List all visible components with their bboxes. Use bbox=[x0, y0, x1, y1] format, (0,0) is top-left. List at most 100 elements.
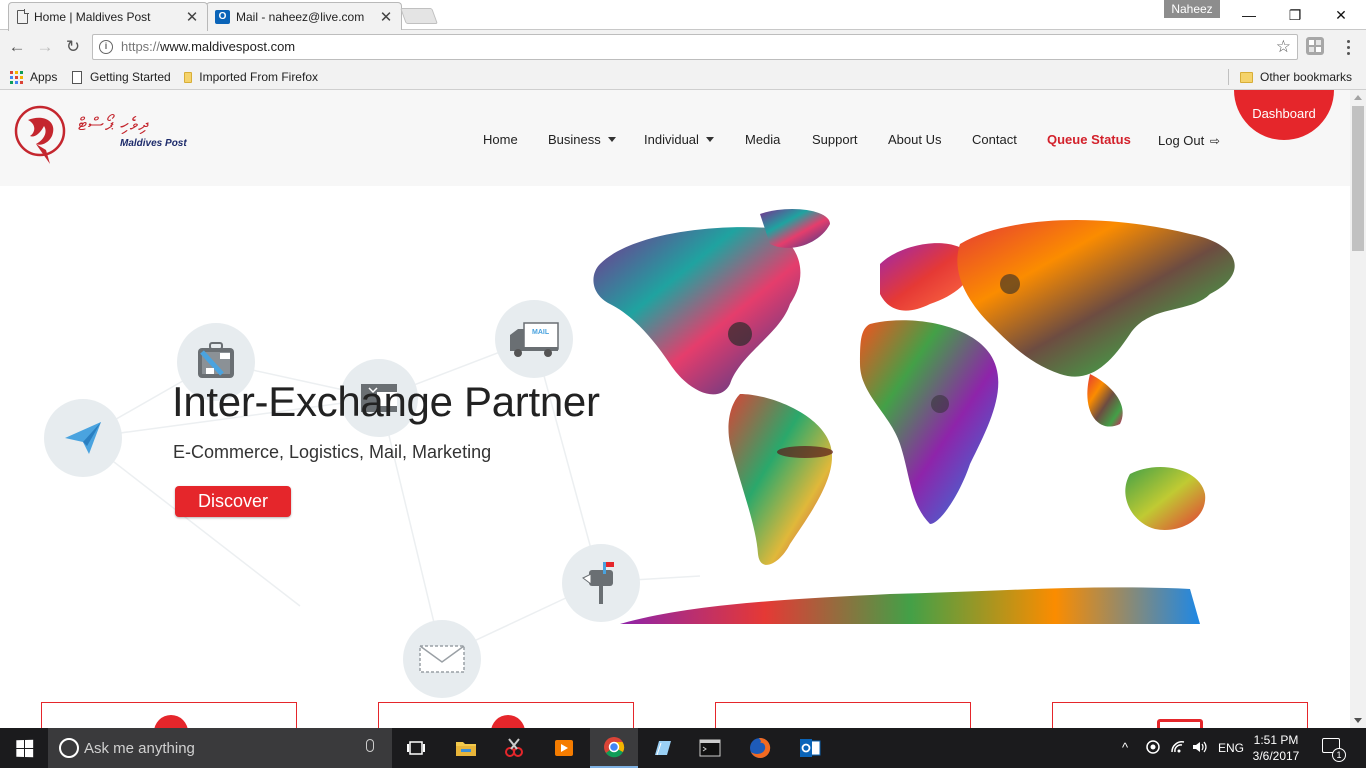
nav-about[interactable]: About Us bbox=[888, 132, 941, 152]
nav-support[interactable]: Support bbox=[812, 132, 858, 152]
language-indicator[interactable]: ENG bbox=[1218, 741, 1244, 755]
notepad-icon[interactable] bbox=[638, 728, 686, 768]
bookmark-imported-firefox[interactable]: Imported From Firefox bbox=[184, 68, 318, 86]
wifi-icon[interactable] bbox=[1170, 740, 1186, 757]
nav-individual[interactable]: Individual bbox=[644, 132, 714, 152]
nav-logout[interactable]: Log Out ⇨ bbox=[1158, 133, 1220, 153]
folder-icon bbox=[1240, 71, 1253, 83]
bookmark-getting-started[interactable]: Getting Started bbox=[72, 68, 171, 86]
url-text: https://www.maldivespost.com bbox=[121, 39, 295, 54]
close-icon[interactable]: ✕ bbox=[379, 8, 393, 26]
bookmark-other[interactable]: Other bookmarks bbox=[1240, 68, 1352, 86]
page-viewport: ދިވެހި ޕޯސްޓް Maldives Post Home Busines… bbox=[0, 90, 1350, 728]
outlook-taskbar-icon[interactable] bbox=[786, 728, 834, 768]
service-card[interactable] bbox=[378, 702, 634, 728]
hero-slider: MAIL Inter-Exchange Partner E-Commerce, … bbox=[0, 186, 1350, 698]
file-explorer-icon[interactable] bbox=[442, 728, 490, 768]
mail-truck-label: MAIL bbox=[532, 329, 550, 336]
microphone-icon[interactable] bbox=[366, 739, 374, 752]
quill-logo-icon bbox=[14, 105, 66, 164]
chrome-menu-icon[interactable] bbox=[1340, 36, 1356, 58]
folder-icon bbox=[184, 71, 193, 83]
hero-title: Inter-Exchange Partner bbox=[172, 378, 600, 425]
notification-count-badge: 1 bbox=[1332, 748, 1346, 762]
page-icon bbox=[72, 70, 82, 84]
bookmark-label: Getting Started bbox=[90, 70, 171, 84]
scroll-up-arrow[interactable] bbox=[1354, 95, 1362, 100]
media-player-icon[interactable] bbox=[540, 728, 588, 768]
nav-queue-status[interactable]: Queue Status bbox=[1047, 132, 1131, 152]
site-header: ދިވެހި ޕޯސްޓް Maldives Post Home Busines… bbox=[0, 90, 1350, 186]
tray-overflow-icon[interactable]: ^ bbox=[1122, 740, 1128, 755]
envelope-icon bbox=[403, 620, 481, 698]
discover-button[interactable]: Discover bbox=[175, 486, 291, 517]
bookmark-label: Other bookmarks bbox=[1260, 70, 1353, 84]
tab-maldives-post[interactable]: Home | Maldives Post ✕ bbox=[8, 2, 208, 31]
nav-label: Individual bbox=[644, 132, 699, 147]
start-button[interactable] bbox=[0, 728, 48, 768]
tab-title: Home | Maldives Post bbox=[34, 10, 151, 24]
bookmark-label: Imported From Firefox bbox=[199, 70, 318, 84]
mail-truck-icon: MAIL bbox=[495, 300, 573, 378]
snipping-tool-icon[interactable] bbox=[490, 728, 538, 768]
outlook-icon: O bbox=[215, 9, 230, 24]
clock-date: 3/6/2017 bbox=[1252, 749, 1300, 763]
scroll-down-arrow[interactable] bbox=[1354, 718, 1362, 723]
search-placeholder: Ask me anything bbox=[84, 740, 195, 757]
volume-icon[interactable] bbox=[1192, 740, 1208, 757]
bookmark-apps[interactable]: Apps bbox=[10, 68, 57, 86]
scroll-thumb[interactable] bbox=[1352, 106, 1364, 251]
address-bar[interactable]: i https://www.maldivespost.com ☆ bbox=[92, 34, 1298, 60]
logo-english-text: Maldives Post bbox=[120, 138, 187, 149]
dashboard-button[interactable]: Dashboard bbox=[1234, 90, 1334, 140]
browser-tab-strip: Home | Maldives Post ✕ O Mail - naheez@l… bbox=[0, 0, 1366, 31]
nav-label: Log Out bbox=[1158, 133, 1205, 148]
reload-button[interactable]: ↻ bbox=[62, 36, 84, 58]
forward-button[interactable]: → bbox=[34, 36, 56, 58]
service-icon bbox=[1157, 719, 1203, 728]
tab-outlook-mail[interactable]: O Mail - naheez@live.com ✕ bbox=[206, 2, 402, 30]
minimize-button[interactable]: — bbox=[1226, 0, 1272, 30]
windows-taskbar: Ask me anything ^ ENG 1:51 PM 3/6/2017 1 bbox=[0, 728, 1366, 768]
nav-business[interactable]: Business bbox=[548, 132, 616, 152]
nav-contact[interactable]: Contact bbox=[972, 132, 1017, 152]
clock-time: 1:51 PM bbox=[1253, 733, 1299, 747]
page-scrollbar[interactable] bbox=[1350, 90, 1366, 728]
extension-icon[interactable] bbox=[1306, 37, 1324, 55]
taskbar-clock[interactable]: 1:51 PM 3/6/2017 bbox=[1246, 732, 1306, 764]
chrome-taskbar-icon[interactable] bbox=[590, 728, 638, 768]
service-card[interactable] bbox=[715, 702, 971, 728]
nav-home[interactable]: Home bbox=[483, 132, 518, 152]
url-host: www.maldivespost.com bbox=[160, 39, 296, 54]
caret-down-icon bbox=[607, 137, 616, 142]
firefox-icon[interactable] bbox=[736, 728, 784, 768]
service-card[interactable] bbox=[1052, 702, 1308, 728]
logout-icon: ⇨ bbox=[1209, 134, 1220, 148]
new-tab-button[interactable] bbox=[400, 8, 438, 24]
location-icon[interactable] bbox=[1146, 740, 1160, 757]
page-icon bbox=[17, 9, 29, 24]
caret-down-icon bbox=[705, 137, 714, 142]
cortana-icon bbox=[59, 738, 79, 758]
command-prompt-icon[interactable] bbox=[686, 728, 734, 768]
browser-toolbar: ← → ↻ i https://www.maldivespost.com ☆ bbox=[0, 30, 1366, 64]
maldives-post-logo[interactable]: ދިވެހި ޕޯސްޓް Maldives Post bbox=[14, 104, 194, 166]
back-button[interactable]: ← bbox=[6, 36, 28, 58]
windows-logo-icon bbox=[15, 739, 33, 757]
paper-plane-icon bbox=[44, 399, 122, 477]
service-icon bbox=[154, 715, 188, 728]
service-icon bbox=[491, 715, 525, 728]
cortana-search[interactable]: Ask me anything bbox=[48, 728, 392, 768]
nav-label: Business bbox=[548, 132, 601, 147]
close-icon[interactable]: ✕ bbox=[185, 8, 199, 26]
profile-button[interactable]: Naheez bbox=[1164, 0, 1220, 18]
logo-dhivehi-text: ދިވެހި ޕޯސްޓް bbox=[78, 114, 150, 135]
close-window-button[interactable]: ✕ bbox=[1318, 0, 1364, 30]
service-card[interactable] bbox=[41, 702, 297, 728]
info-icon[interactable]: i bbox=[99, 40, 113, 54]
bookmark-label: Apps bbox=[30, 70, 58, 84]
maximize-button[interactable]: ❐ bbox=[1272, 0, 1318, 30]
nav-media[interactable]: Media bbox=[745, 132, 780, 152]
star-icon[interactable]: ☆ bbox=[1276, 37, 1291, 57]
task-view-button[interactable] bbox=[392, 728, 440, 768]
